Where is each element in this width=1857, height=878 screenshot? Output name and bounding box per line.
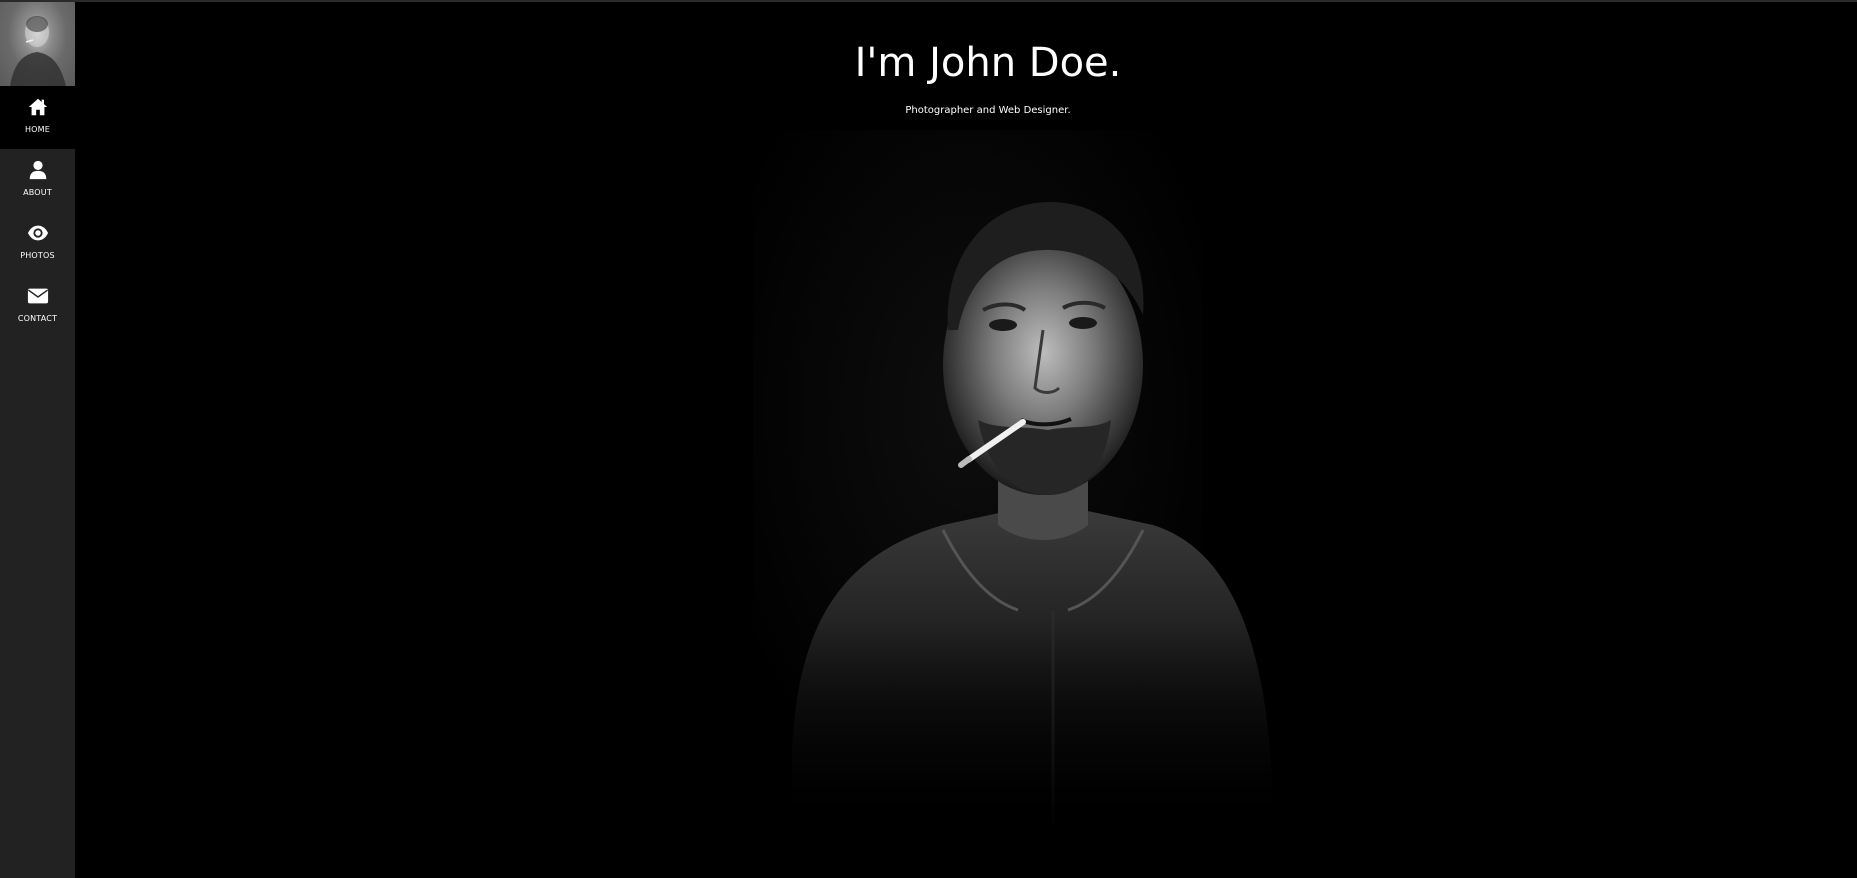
- avatar[interactable]: [0, 2, 75, 86]
- sidebar-nav: HOME ABOUT PHOTOS CONTACT: [0, 2, 75, 878]
- page-title: I'm John Doe.: [854, 40, 1122, 86]
- page-subtitle: Photographer and Web Designer.: [905, 105, 1071, 116]
- sidebar-item-label: PHOTOS: [20, 251, 55, 260]
- main-content: I'm John Doe. Photographer and Web Desig…: [75, 2, 1857, 878]
- sidebar-item-photos[interactable]: PHOTOS: [0, 212, 75, 275]
- user-icon: [29, 160, 46, 180]
- avatar-portrait: [10, 16, 66, 86]
- sidebar-item-label: ABOUT: [23, 188, 52, 197]
- eye-icon: [27, 225, 48, 241]
- sidebar-item-contact[interactable]: CONTACT: [0, 275, 75, 338]
- sidebar-item-about[interactable]: ABOUT: [0, 149, 75, 212]
- hero-portrait-image: [753, 130, 1353, 830]
- sidebar-item-label: HOME: [24, 125, 51, 134]
- sidebar-item-label: CONTACT: [17, 314, 58, 323]
- sidebar-item-home[interactable]: HOME: [0, 86, 75, 149]
- envelope-icon: [27, 288, 48, 304]
- home-icon: [28, 98, 47, 116]
